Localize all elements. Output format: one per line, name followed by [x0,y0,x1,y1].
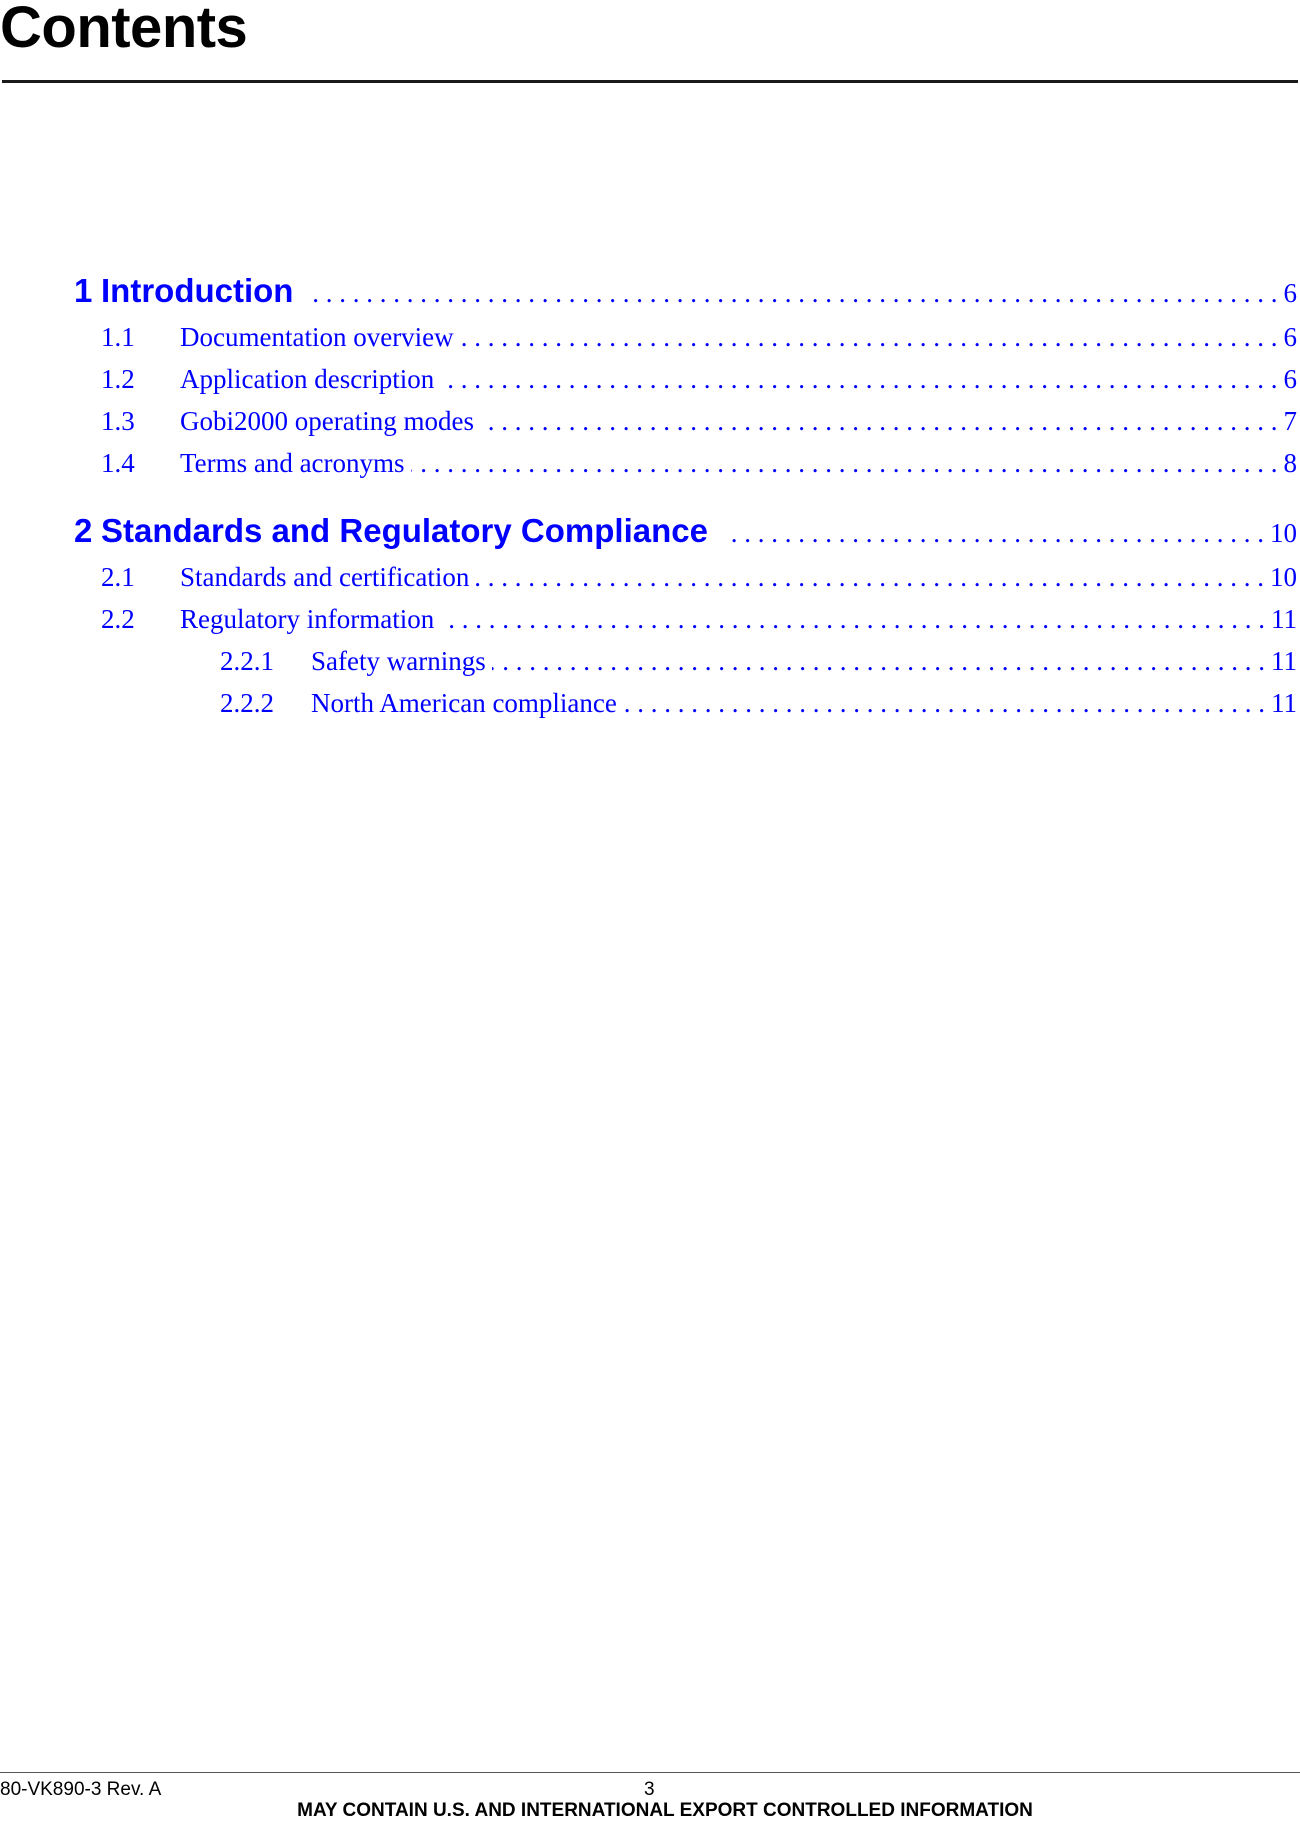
toc-entry-page: 7 [1283,406,1298,436]
toc-entry-number: 2.1 [101,562,135,592]
toc-leader-dots: . . . . . . . . . . . . . . . . . . . . … [480,406,1278,436]
toc-leader-dots: . . . . . . . . . . . . . . . . . . . . … [411,448,1278,478]
toc-entry-page: 6 [1283,322,1298,352]
title-rule [2,80,1298,83]
toc-entry-page: 11 [1271,604,1297,634]
toc-entry-page: 11 [1271,688,1297,718]
toc-leader-dots: . . . . . . . . . . . . . . . . . . . . … [460,322,1278,352]
toc-entry-page: 6 [1283,278,1298,308]
toc-entry-number: 2.2.1 [220,646,274,676]
toc-entry-page: 6 [1283,364,1298,394]
toc-entry-label: Application description [180,364,435,394]
toc-entry-label: Gobi2000 operating modes [180,406,474,436]
toc-entry-number: 1.3 [101,406,135,436]
toc-entry-label: Terms and acronyms [180,448,405,478]
toc-entry-label: Documentation overview [180,322,454,352]
toc-entry-label: North American compliance [311,688,617,718]
toc-entry-north-american-compliance[interactable]: 2.2.2 North American compliance . . . . … [0,688,1300,719]
toc-entry-standards-certification[interactable]: 2.1 Standards and certification . . . . … [0,562,1300,593]
toc-entry-documentation-overview[interactable]: 1.1 Documentation overview . . . . . . .… [0,322,1300,353]
toc-entry-regulatory-information[interactable]: 2.2 Regulatory information . . . . . . .… [0,604,1300,635]
toc-entry-number: 2.2 [101,604,135,634]
toc-leader-dots: . . . . . . . . . . . . . . . . . . . . … [623,688,1265,718]
toc-entry-operating-modes[interactable]: 1.3 Gobi2000 operating modes . . . . . .… [0,406,1300,437]
toc-entry-terms-and-acronyms[interactable]: 1.4 Terms and acronyms . . . . . . . . .… [0,448,1300,479]
toc-entry-standards-compliance[interactable]: 2 Standards and Regulatory Compliance . … [0,512,1300,550]
toc-entry-label: Standards and Regulatory Compliance [101,512,708,549]
toc-entry-number: 1 [74,272,93,309]
toc-leader-dots: . . . . . . . . . . . . . . . . . . . . … [475,562,1264,592]
toc-entry-label: Regulatory information [180,604,435,634]
toc-leader-dots: . . . . . . . . . . . . . . . . . . . . … [728,518,1264,548]
page-title: Contents [0,0,248,60]
toc-entry-label: Introduction [101,272,294,309]
toc-entry-label: Standards and certification [180,562,470,592]
toc-entry-introduction[interactable]: 1 Introduction . . . . . . . . . . . . .… [0,272,1300,310]
footer-export-notice: MAY CONTAIN U.S. AND INTERNATIONAL EXPOR… [297,1800,1033,1821]
toc-entry-number: 2 [74,512,93,549]
toc-entry-application-description[interactable]: 1.2 Application description . . . . . . … [0,364,1300,395]
toc-entry-page: 10 [1270,562,1297,592]
toc-entry-page: 11 [1271,646,1297,676]
toc-entry-number: 1.4 [101,448,135,478]
toc-entry-number: 1.2 [101,364,135,394]
toc-entry-number: 1.1 [101,322,135,352]
toc-entry-safety-warnings[interactable]: 2.2.1 Safety warnings . . . . . . . . . … [0,646,1300,677]
toc-entry-number: 2.2.2 [220,688,274,718]
toc-entry-page: 10 [1270,518,1297,548]
toc-entry-label: Safety warnings [311,646,486,676]
footer-rule [0,1772,1300,1773]
toc-leader-dots: . . . . . . . . . . . . . . . . . . . . … [440,604,1265,634]
toc-leader-dots: . . . . . . . . . . . . . . . . . . . . … [313,278,1278,308]
footer-page-number: 3 [644,1779,655,1800]
footer-document-id: 80-VK890-3 Rev. A [0,1779,162,1800]
toc-leader-dots: . . . . . . . . . . . . . . . . . . . . … [492,646,1265,676]
toc-leader-dots: . . . . . . . . . . . . . . . . . . . . … [440,364,1278,394]
toc-entry-page: 8 [1283,448,1298,478]
